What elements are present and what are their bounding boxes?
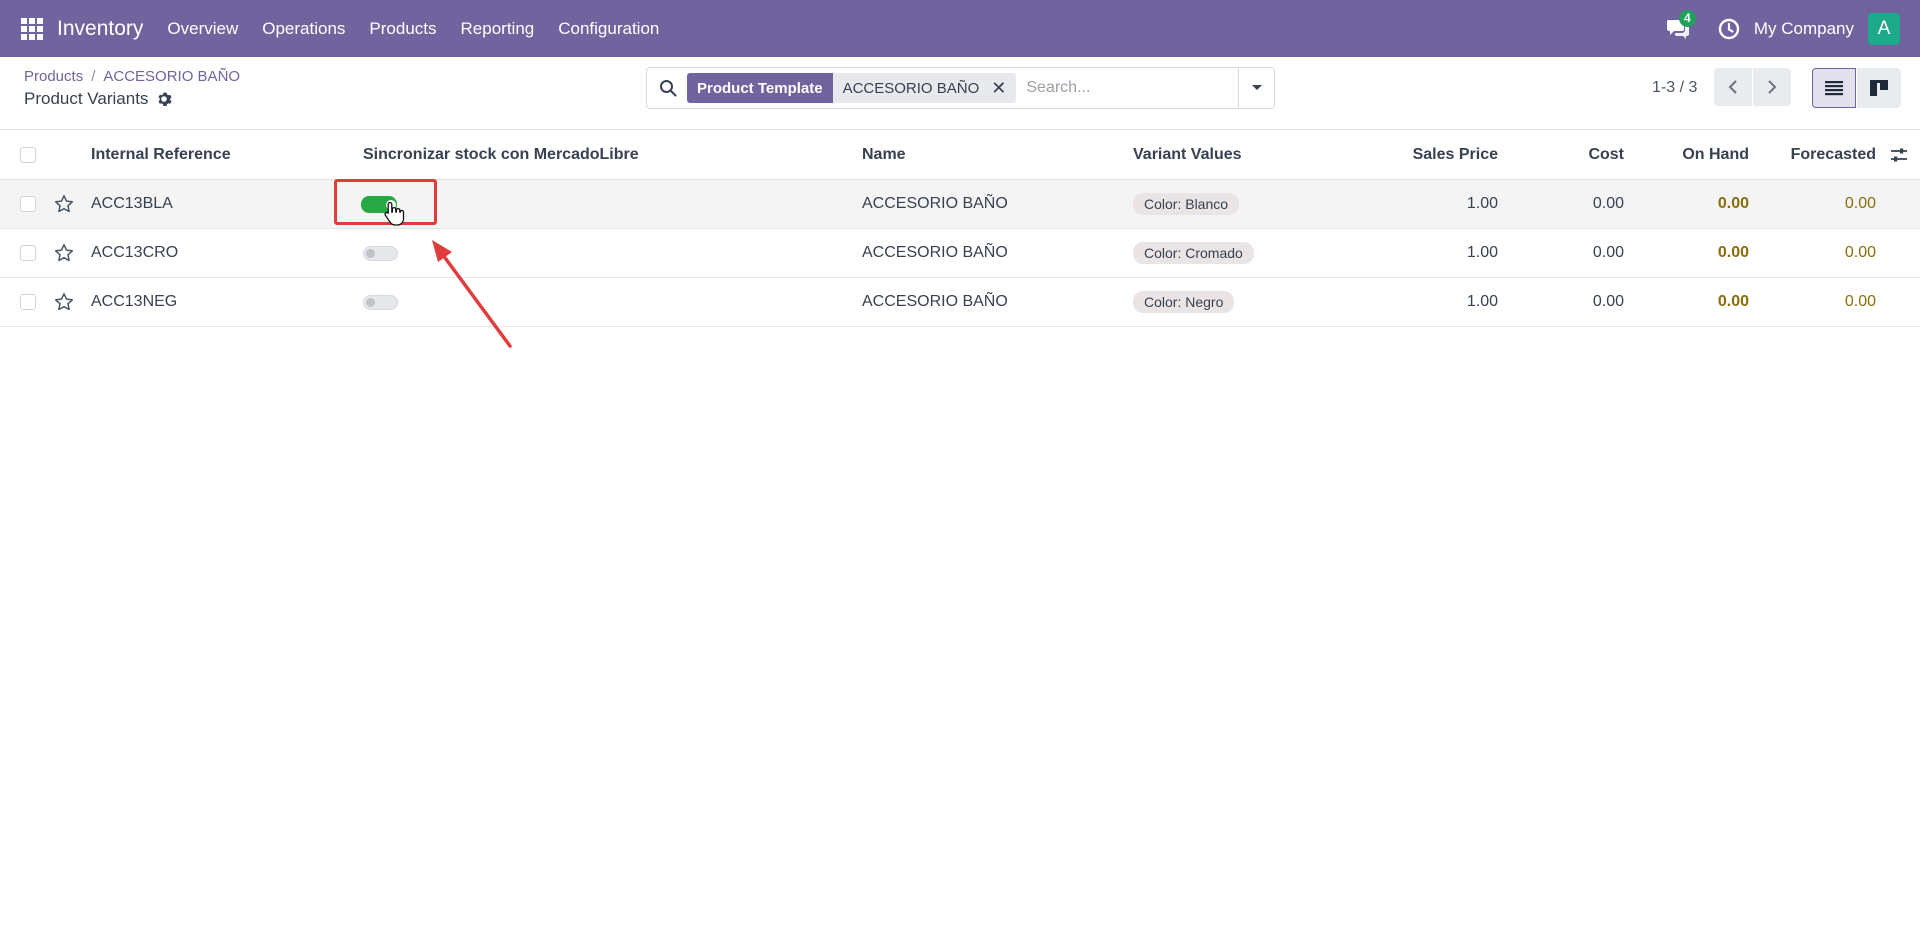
row-select-cell: [20, 229, 36, 277]
row-select-cell: [20, 278, 36, 326]
header-variant-values[interactable]: Variant Values: [1133, 130, 1242, 179]
on-hand-cell[interactable]: 0.00: [1650, 278, 1749, 326]
chevron-left-icon: [1728, 80, 1737, 94]
row-checkbox[interactable]: [20, 294, 36, 310]
menu-products[interactable]: Products: [369, 19, 436, 39]
cost-cell: 0.00: [1592, 195, 1624, 212]
name-cell: ACCESORIO BAÑO: [862, 293, 1008, 310]
cost-cell: 0.00: [1592, 244, 1624, 261]
internal-reference-cell: ACC13BLA: [91, 195, 173, 212]
internal-reference-cell: ACC13NEG: [91, 293, 178, 310]
variant-values-cell: Color: Cromado: [1133, 229, 1254, 277]
forecasted-cell[interactable]: 0.00: [1760, 180, 1876, 228]
variant-values-cell: Color: Blanco: [1133, 180, 1240, 228]
search-icon: [660, 80, 677, 97]
menu-overview[interactable]: Overview: [167, 19, 238, 39]
name-cell: ACCESORIO BAÑO: [862, 195, 1008, 212]
menu-operations[interactable]: Operations: [262, 19, 345, 39]
page-title-text: Product Variants: [24, 89, 149, 108]
sync-toggle[interactable]: [363, 294, 398, 310]
search-bar: Product Template ACCESORIO BAÑO ✕: [646, 67, 1275, 109]
table-header: Internal Reference Sincronizar stock con…: [0, 130, 1920, 180]
breadcrumb-products[interactable]: Products: [24, 68, 83, 85]
chat-icon[interactable]: 4: [1666, 9, 1696, 40]
sync-toggle[interactable]: [363, 245, 398, 261]
app-name[interactable]: Inventory: [57, 17, 143, 41]
sync-toggle-cell: [363, 278, 398, 326]
menu-reporting[interactable]: Reporting: [461, 19, 535, 39]
sales-price-cell: 1.00: [1466, 293, 1498, 310]
header-sales-price[interactable]: Sales Price: [1380, 130, 1498, 179]
select-all-cell: [20, 130, 36, 179]
search-input[interactable]: [1026, 79, 1227, 97]
variant-tag: Color: Negro: [1133, 291, 1235, 313]
internal-reference-cell: ACC13CRO: [91, 244, 179, 261]
annotation-highlight-box: [334, 179, 437, 225]
chevron-right-icon: [1768, 80, 1777, 94]
pager-previous-button[interactable]: [1714, 68, 1752, 106]
header-name[interactable]: Name: [862, 130, 906, 179]
header-on-hand[interactable]: On Hand: [1650, 130, 1749, 179]
row-checkbox[interactable]: [20, 245, 36, 261]
breadcrumb-template[interactable]: ACCESORIO BAÑO: [103, 68, 240, 85]
on-hand-cell[interactable]: 0.00: [1650, 229, 1749, 277]
search-options-toggle[interactable]: [1238, 68, 1274, 108]
avatar[interactable]: A: [1868, 12, 1900, 45]
facet-value: ACCESORIO BAÑO ✕: [832, 73, 1017, 103]
sales-price-cell: 1.00: [1466, 244, 1498, 261]
message-count-badge: 4: [1678, 9, 1696, 27]
select-all-checkbox[interactable]: [20, 146, 36, 163]
company-switcher[interactable]: My Company: [1754, 19, 1854, 39]
sales-price-cell: 1.00: [1466, 195, 1498, 212]
header-cost[interactable]: Cost: [1540, 130, 1624, 179]
table-row[interactable]: ACC13CRO ACCESORIO BAÑO Color: Cromado 1…: [0, 229, 1920, 278]
table-row[interactable]: ACC13BLA ACCESORIO BAÑO Color: Blanco 1.…: [0, 180, 1920, 229]
table-row[interactable]: ACC13NEG ACCESORIO BAÑO Color: Negro 1.0…: [0, 278, 1920, 327]
navbar-right: 4 My Company A: [1666, 0, 1920, 57]
top-navbar: Inventory Overview Operations Products R…: [0, 0, 1920, 57]
cost-cell: 0.00: [1592, 293, 1624, 310]
star-icon[interactable]: [54, 278, 74, 326]
kanban-view-icon: [1870, 80, 1888, 96]
breadcrumb: Products / ACCESORIO BAÑO: [24, 68, 240, 85]
product-variants-table: Internal Reference Sincronizar stock con…: [0, 130, 1920, 327]
facet-label: Product Template: [687, 73, 833, 103]
gear-icon[interactable]: [156, 91, 173, 107]
header-internal-reference[interactable]: Internal Reference: [91, 130, 231, 179]
sync-toggle-cell: [363, 229, 398, 277]
facet-remove-icon[interactable]: ✕: [991, 78, 1006, 99]
list-view-icon: [1825, 81, 1843, 96]
caret-down-icon: [1251, 85, 1262, 90]
row-checkbox[interactable]: [20, 196, 36, 212]
clock-icon[interactable]: [1718, 18, 1740, 40]
row-select-cell: [20, 180, 36, 228]
on-hand-cell[interactable]: 0.00: [1650, 180, 1749, 228]
header-sync[interactable]: Sincronizar stock con MercadoLibre: [363, 130, 639, 179]
pager-next-button[interactable]: [1753, 68, 1791, 106]
variant-tag: Color: Cromado: [1133, 242, 1254, 264]
pager-value[interactable]: 1-3 / 3: [1652, 79, 1697, 97]
forecasted-cell[interactable]: 0.00: [1760, 229, 1876, 277]
name-cell: ACCESORIO BAÑO: [862, 244, 1008, 261]
kanban-view-button[interactable]: [1857, 68, 1901, 108]
forecasted-cell[interactable]: 0.00: [1760, 278, 1876, 326]
variant-tag: Color: Blanco: [1133, 193, 1240, 215]
facet-value-text: ACCESORIO BAÑO: [842, 79, 980, 97]
search-facet: Product Template ACCESORIO BAÑO ✕: [687, 73, 1017, 103]
menu-configuration[interactable]: Configuration: [558, 19, 659, 39]
breadcrumb-separator: /: [91, 68, 96, 85]
list-view-button[interactable]: [1812, 68, 1856, 108]
apps-grid-icon[interactable]: [21, 17, 43, 40]
header-forecasted[interactable]: Forecasted: [1760, 130, 1876, 179]
page-title: Product Variants: [24, 89, 173, 109]
optional-columns-icon[interactable]: [1890, 130, 1908, 179]
star-icon[interactable]: [54, 229, 74, 277]
star-icon[interactable]: [54, 180, 74, 228]
control-panel: Products / ACCESORIO BAÑO Product Variants…: [0, 57, 1920, 130]
variant-values-cell: Color: Negro: [1133, 278, 1235, 326]
